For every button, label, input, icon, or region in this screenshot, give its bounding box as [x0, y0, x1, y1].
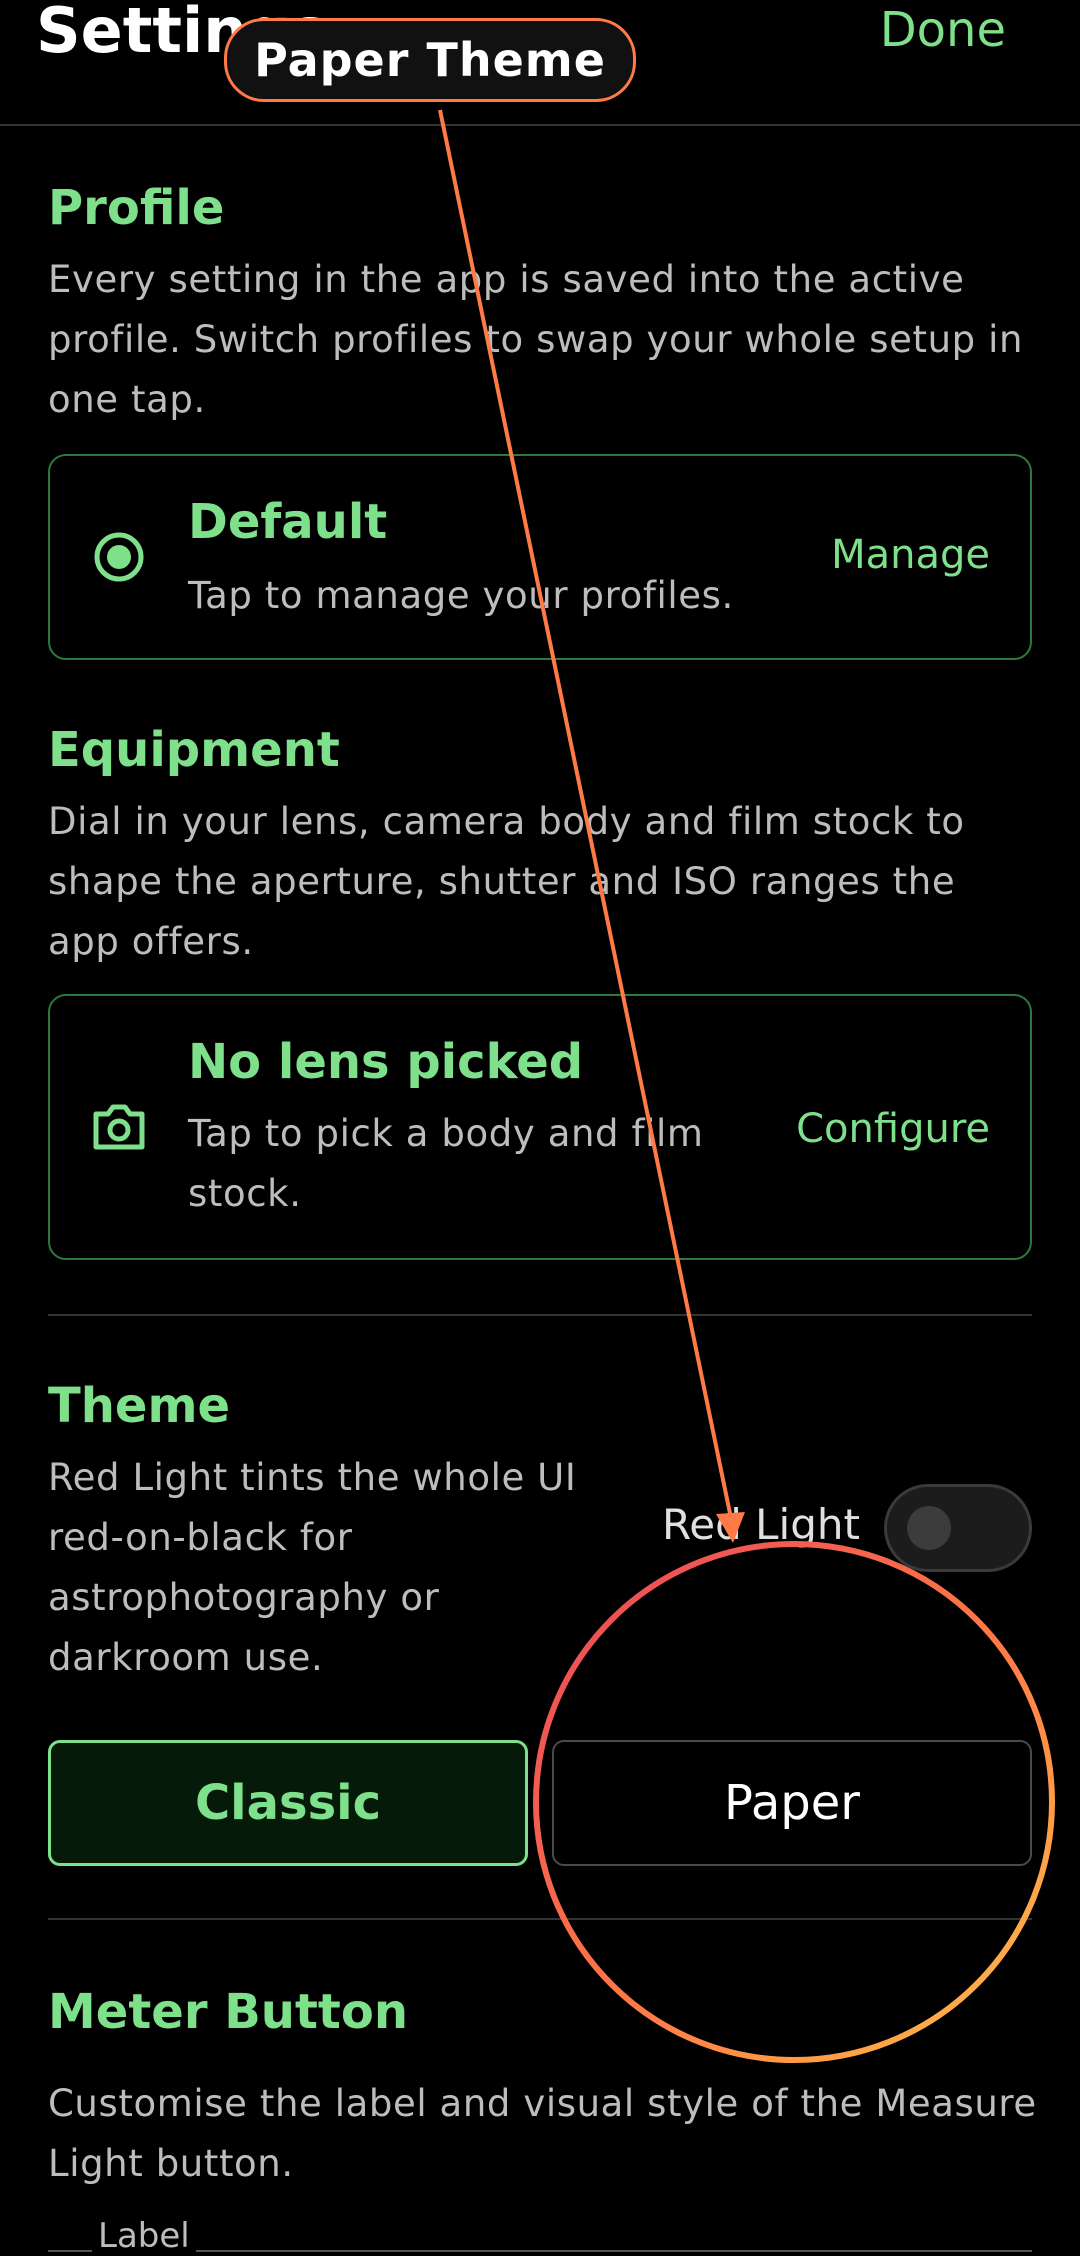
annotation-arrow-head — [716, 1512, 745, 1543]
annotation-ring — [533, 1541, 1055, 2063]
annotation-tooltip: Paper Theme — [224, 18, 636, 102]
annotation-arrow-line — [438, 109, 735, 1529]
annotation-overlay — [438, 109, 1055, 2063]
